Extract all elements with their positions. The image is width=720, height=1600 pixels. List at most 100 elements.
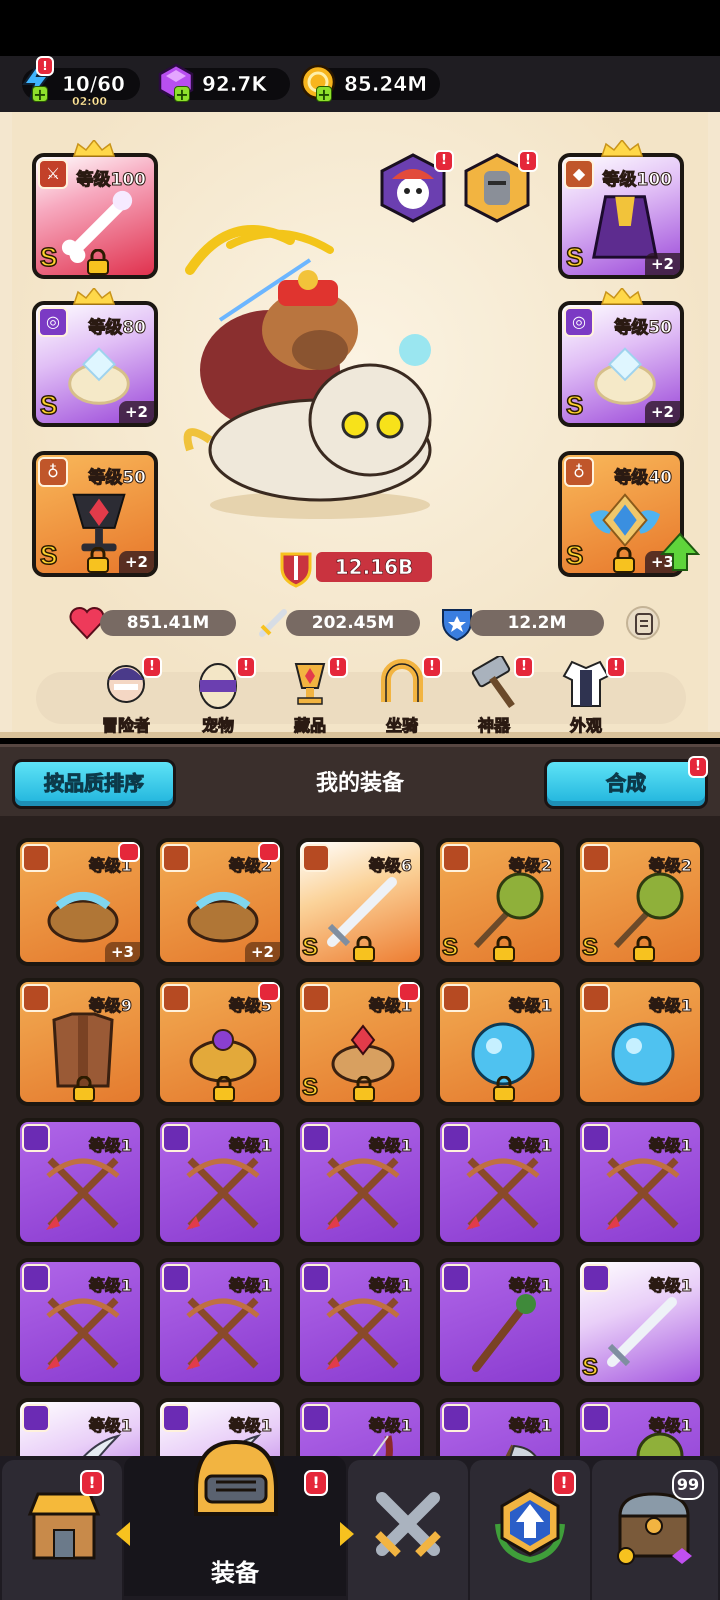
combat-power: 12.16B: [276, 548, 436, 588]
inventory-item[interactable]: 等级2 S: [436, 838, 564, 966]
inventory-item[interactable]: 等级1 S: [296, 978, 424, 1106]
upgrade-arrow-icon[interactable]: [660, 532, 700, 572]
resource-bar: 10/60 92.7K 85.24M: [0, 56, 720, 112]
item-level: 等级1: [508, 1136, 552, 1156]
coin-value: 85.24M: [344, 72, 428, 97]
item-plus: +2: [244, 942, 280, 962]
sort-by-quality-button[interactable]: 按品质排序: [12, 759, 176, 809]
equipment-alert-badge: !: [304, 1470, 328, 1496]
new-item-badge: [258, 982, 280, 1002]
stats-detail-button[interactable]: [626, 606, 660, 640]
equipped-ring-left-rank: S: [39, 389, 58, 421]
item-plus: +3: [104, 942, 140, 962]
blue-orb-icon: [611, 1022, 675, 1086]
upgrade-arrow-icon: [495, 1488, 565, 1564]
ring-type-icon: ◎: [564, 307, 594, 337]
inventory-item[interactable]: 等级1: [156, 1258, 284, 1386]
item-level: 等级1: [648, 1416, 692, 1436]
inventory-item[interactable]: 等级1: [436, 978, 564, 1106]
inventory-item[interactable]: 等级1: [16, 1398, 144, 1456]
inventory-item[interactable]: 等级1: [296, 1118, 424, 1246]
item-rank: S: [441, 933, 459, 962]
merge-button[interactable]: 合成: [544, 759, 708, 809]
combat-power-value: 12.16B: [316, 552, 432, 582]
inventory-item[interactable]: 等级1: [16, 1258, 144, 1386]
crossed-arrows-icon: [466, 1157, 540, 1230]
necklace-type-icon: ♁: [38, 457, 68, 487]
nav-left-arrow-icon[interactable]: [116, 1522, 130, 1546]
crossed-arrows-icon: [606, 1157, 680, 1230]
equipped-armor-rank: S: [565, 241, 584, 273]
inventory-item[interactable]: 等级1: [296, 1258, 424, 1386]
inventory-item[interactable]: 等级1 +3: [16, 838, 144, 966]
new-item-badge: [118, 842, 140, 862]
energy-value: 10/60: [62, 72, 125, 97]
inventory-item[interactable]: 等级1 S: [576, 1258, 704, 1386]
inventory-item[interactable]: 等级1: [576, 978, 704, 1106]
item-rank: S: [581, 933, 599, 962]
inventory-item[interactable]: 等级9: [16, 978, 144, 1106]
inventory-item[interactable]: 等级1: [156, 1118, 284, 1246]
attack-stat: 202.45M: [286, 610, 420, 636]
necklace-type-icon: ♁: [564, 457, 594, 487]
add-coin-button[interactable]: +: [316, 86, 332, 103]
crossed-arrows-icon: [326, 1297, 400, 1370]
gem-value: 92.7K: [202, 72, 267, 97]
equipped-ring-left-slot[interactable]: ◎ 等级80 S +2: [32, 301, 158, 427]
weapon-type-icon: ⚔: [38, 159, 68, 189]
inventory-item[interactable]: 等级1: [436, 1258, 564, 1386]
tab-battle[interactable]: [348, 1460, 468, 1600]
inventory-item[interactable]: 等级1: [436, 1398, 564, 1456]
lock-icon: [633, 936, 655, 962]
nav-right-arrow-icon[interactable]: [340, 1522, 354, 1546]
inventory-item[interactable]: 等级1: [16, 1118, 144, 1246]
merge-alert-badge: !: [688, 756, 708, 778]
equipped-ring-left-plus: +2: [118, 401, 154, 423]
hero-character-icon: [183, 225, 432, 519]
equipment-grid: 等级1 +3 等级2 +2 等级6 S 等级2 S 等级2 S 等级9 等级5 等级1 S 等级1 等级1 等级…: [0, 816, 720, 1456]
shop-icon: [27, 1492, 101, 1560]
equipment-section-header: 按品质排序 我的装备 合成: [0, 744, 720, 816]
add-energy-button[interactable]: +: [32, 86, 48, 103]
equipped-necklace-left-slot[interactable]: ♁ 等级50 S +2: [32, 451, 158, 577]
add-gem-button[interactable]: +: [174, 86, 190, 103]
appearance-alert-badge: !: [606, 656, 626, 678]
item-level: 等级6: [368, 856, 412, 876]
item-level: 等级2: [648, 856, 692, 876]
crossed-arrows-icon: [46, 1157, 120, 1230]
equipped-weapon-slot[interactable]: ⚔ 等级100 S: [32, 153, 158, 279]
inventory-item[interactable]: 等级2 +2: [156, 838, 284, 966]
equipped-weapon-rank: S: [39, 241, 58, 273]
inventory-item[interactable]: 等级1: [576, 1398, 704, 1456]
pet-category-alert-badge: !: [236, 656, 256, 678]
item-rank: S: [301, 1073, 319, 1102]
item-level: 等级1: [648, 1136, 692, 1156]
equipped-necklace-right-rank: S: [565, 539, 584, 571]
new-item-badge: [398, 982, 420, 1002]
equipped-necklace-left-plus: +2: [118, 551, 154, 573]
inventory-item[interactable]: 等级1: [296, 1398, 424, 1456]
inventory-item[interactable]: 等级6 S: [296, 838, 424, 966]
energy-timer: 02:00: [72, 95, 108, 108]
shop-alert-badge: !: [80, 1470, 104, 1496]
lock-icon: [73, 1076, 95, 1102]
helmet-icon: [194, 1439, 278, 1516]
item-level: 等级1: [508, 996, 552, 1016]
item-level: 等级9: [88, 996, 132, 1016]
crossed-arrows-icon: [186, 1297, 260, 1370]
inventory-item[interactable]: 等级2 S: [576, 838, 704, 966]
inventory-item[interactable]: 等级1: [436, 1118, 564, 1246]
item-level: 等级1: [648, 1276, 692, 1296]
collection-alert-badge: !: [328, 656, 348, 678]
equipped-armor-slot[interactable]: ◆ 等级100 S +2: [558, 153, 684, 279]
energy-alert-badge: !: [36, 56, 54, 76]
inventory-item[interactable]: 等级1: [576, 1118, 704, 1246]
item-level: 等级1: [368, 1136, 412, 1156]
equipped-ring-right-plus: +2: [644, 401, 680, 423]
defense-stat: 12.2M: [470, 610, 604, 636]
tab-shop[interactable]: [2, 1460, 122, 1600]
crossed-swords-icon: [375, 1492, 441, 1557]
lock-icon: [493, 936, 515, 962]
inventory-item[interactable]: 等级5: [156, 978, 284, 1106]
equipped-ring-right-slot[interactable]: ◎ 等级50 S +2: [558, 301, 684, 427]
